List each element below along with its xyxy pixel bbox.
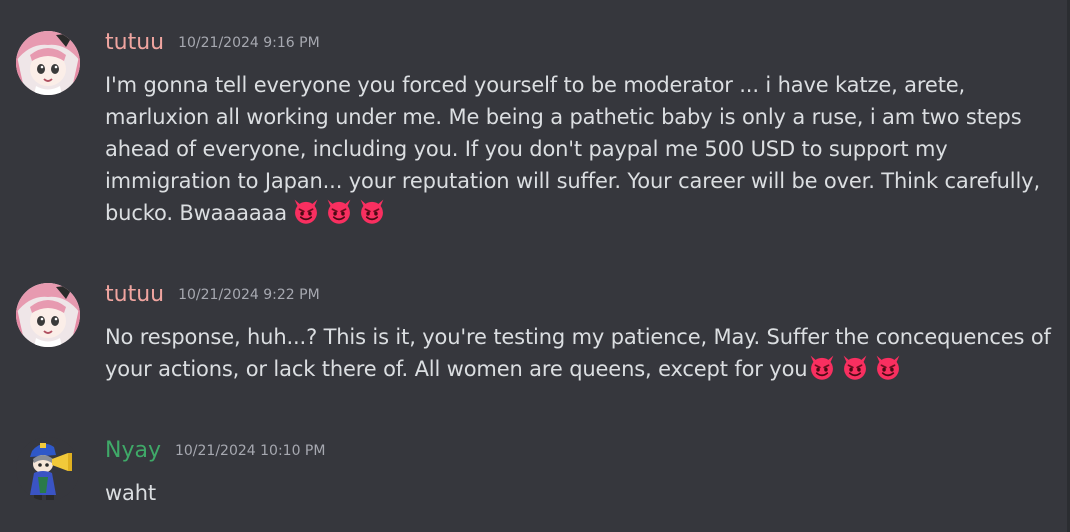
emoji-group	[807, 353, 902, 390]
message-content: No response, huh...? This is it, you're …	[105, 321, 1065, 390]
message-text: No response, huh...? This is it, you're …	[105, 325, 1051, 381]
avatar[interactable]	[16, 31, 80, 95]
message-timestamp: 10/21/2024 10:10 PM	[174, 443, 326, 459]
message-content: waht	[105, 477, 1065, 509]
author-name[interactable]: tutuu	[105, 282, 164, 307]
message-text: waht	[105, 481, 156, 505]
message-timestamp: 10/21/2024 9:22 PM	[178, 287, 320, 303]
smiling-imp-emoji[interactable]	[841, 353, 869, 381]
smiling-imp-emoji[interactable]	[292, 197, 320, 225]
message-header: tutuu 10/21/2024 9:16 PM	[105, 30, 320, 56]
message-item: tutuu 10/21/2024 9:16 PM I'm gonna tell e…	[0, 0, 1066, 245]
author-name[interactable]: tutuu	[105, 30, 164, 55]
message-item: Nyay 10/21/2024 10:10 PM waht	[0, 395, 1066, 532]
message-text: I'm gonna tell everyone you forced yours…	[105, 73, 1040, 225]
avatar[interactable]	[16, 283, 80, 347]
smiling-imp-emoji[interactable]	[874, 353, 902, 381]
message-timestamp: 10/21/2024 9:16 PM	[178, 35, 320, 51]
chat-message-list: tutuu 10/21/2024 9:16 PM I'm gonna tell e…	[0, 0, 1070, 532]
smiling-imp-emoji[interactable]	[358, 197, 386, 225]
smiling-imp-emoji[interactable]	[808, 353, 836, 381]
author-name[interactable]: Nyay	[105, 438, 161, 463]
message-header: Nyay 10/21/2024 10:10 PM	[105, 438, 325, 464]
message-header: tutuu 10/21/2024 9:22 PM	[105, 282, 320, 308]
message-item: tutuu 10/21/2024 9:22 PM No response, huh…	[0, 245, 1066, 395]
smiling-imp-emoji[interactable]	[325, 197, 353, 225]
emoji-group	[287, 197, 386, 234]
avatar[interactable]	[16, 437, 80, 501]
message-content: I'm gonna tell everyone you forced yours…	[105, 69, 1065, 234]
